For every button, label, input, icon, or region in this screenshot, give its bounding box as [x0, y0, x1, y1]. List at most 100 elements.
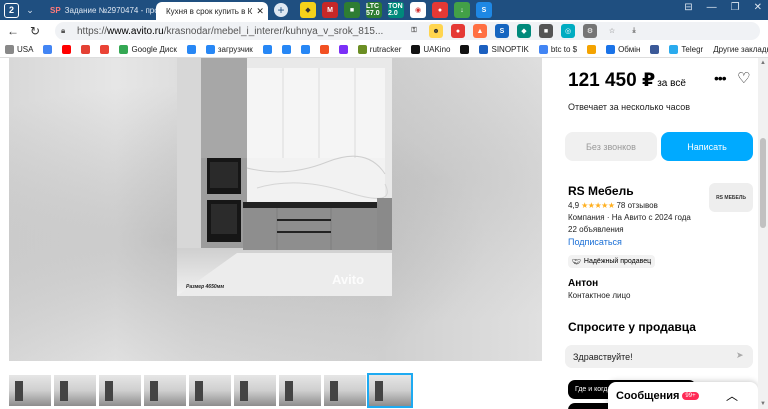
other-bookmarks[interactable]: Другие закладки [708, 45, 768, 54]
lock-icon[interactable]: 🔒︎ [61, 26, 71, 36]
scroll-up-icon[interactable]: ▲ [758, 60, 768, 66]
close-icon[interactable]: ✕ [256, 6, 264, 17]
bookmark-item[interactable]: Google Диск [114, 45, 181, 54]
bookmark-item[interactable]: SINOPTIK [474, 45, 533, 54]
pin-extension-icon[interactable]: ◉ [410, 2, 426, 18]
extension-icon[interactable]: ● [432, 2, 448, 18]
bookmark-item[interactable] [582, 45, 601, 54]
bookmark-item[interactable] [76, 45, 95, 54]
reliable-seller-badge[interactable]: 🤝︎ Надёжный продавец [568, 255, 656, 268]
extensions-icon[interactable]: ⚙ [583, 24, 597, 38]
bookmark-label: UAKino [423, 45, 451, 54]
bookmark-item[interactable] [258, 45, 277, 54]
extension-icon[interactable]: ☻ [429, 24, 443, 38]
bookmark-page-icon[interactable]: ⊟ [684, 2, 692, 13]
bookmark-favicon-icon [81, 45, 91, 54]
bookmark-item[interactable]: Telegr [664, 45, 708, 54]
bookmark-item[interactable] [645, 45, 664, 54]
bookmark-item[interactable]: загрузчик [201, 45, 258, 54]
chevron-up-icon[interactable]: ︿ [726, 387, 738, 404]
url-field[interactable]: 🔒︎ https://www.avito.ru/krasnodar/mebel_… [55, 22, 760, 40]
gmail-extension-icon[interactable]: M [322, 2, 338, 18]
bookmark-item[interactable]: UAKino [406, 45, 455, 54]
close-window-icon[interactable]: ✕ [754, 2, 762, 13]
bookmark-item[interactable] [334, 45, 353, 54]
seller-name[interactable]: RS Мебель [568, 184, 634, 198]
bookmark-item[interactable]: rutracker [353, 45, 407, 54]
tab-count-button[interactable]: 2 [4, 2, 19, 18]
extension-icon[interactable]: ● [451, 24, 465, 38]
seller-rating[interactable]: 4,9 ★★★★★ 78 отзывов [568, 201, 658, 210]
bookmark-label: btc to $ [550, 45, 578, 54]
shield-extension-icon[interactable]: ◆ [300, 2, 316, 18]
thumbnail[interactable] [144, 375, 186, 406]
contact-role: Контактное лицо [568, 291, 631, 300]
reload-icon[interactable]: ↻ [26, 24, 44, 38]
maximize-icon[interactable]: ❐ [731, 2, 740, 13]
ask-seller-title: Спросите у продавца [568, 320, 696, 334]
no-calls-button[interactable]: Без звонков [565, 132, 657, 161]
more-options-icon[interactable]: ••• [714, 70, 727, 86]
bookmark-item[interactable]: USA [0, 45, 38, 54]
extension-icon[interactable]: ▲ [473, 24, 487, 38]
bookmark-label: Telegr [681, 45, 704, 54]
thumbnail[interactable] [99, 375, 141, 406]
chevron-down-icon[interactable]: ⌄ [22, 2, 38, 18]
download-extension-icon[interactable]: ↓ [454, 2, 470, 18]
write-message-button[interactable]: Написать [661, 132, 753, 161]
extension-icon[interactable]: ◎ [561, 24, 575, 38]
messages-widget[interactable]: Сообщения 99+ ︿ [608, 382, 758, 409]
favorite-heart-icon[interactable]: ♡ [737, 69, 750, 87]
extension-icon[interactable]: ■ [539, 24, 553, 38]
bookmark-item[interactable] [277, 45, 296, 54]
messages-badge: 99+ [682, 391, 699, 400]
tab-avito-active[interactable]: Кухня в срок купить в К ✕ [156, 2, 268, 20]
new-tab-button[interactable]: + [274, 3, 288, 17]
bookmark-favicon-icon [5, 45, 14, 54]
send-arrow-icon[interactable]: ➤ [736, 350, 744, 361]
bookmark-item[interactable] [38, 45, 57, 54]
bookmark-item[interactable]: btc to $ [534, 45, 582, 54]
thumbnail[interactable] [54, 375, 96, 406]
seller-logo[interactable]: RS МЕБЕЛЬ [709, 183, 753, 212]
bookmark-item[interactable] [296, 45, 315, 54]
bookmark-favicon-icon [119, 45, 129, 54]
thumbnail[interactable] [234, 375, 276, 406]
messages-label: Сообщения [616, 389, 680, 402]
page-scrollbar[interactable]: ▲ ▼ [758, 58, 768, 409]
thumbnail[interactable] [279, 375, 321, 406]
download-icon[interactable]: ⤓ [627, 24, 641, 38]
thumbnail[interactable] [189, 375, 231, 406]
bookmark-item[interactable] [455, 45, 474, 54]
subscribe-link[interactable]: Подписаться [568, 237, 622, 247]
avito-watermark: Avito [332, 272, 365, 287]
photo-gallery[interactable]: Размер 4650мм Avito [9, 58, 542, 361]
extension-icon[interactable]: ◆ [517, 24, 531, 38]
thumbnail[interactable] [367, 373, 413, 408]
minimize-icon[interactable]: — [707, 2, 717, 13]
star-icon[interactable]: ☆ [605, 24, 619, 38]
bookmark-favicon-icon [205, 45, 215, 54]
scroll-down-icon[interactable]: ▼ [758, 401, 768, 407]
ltc-price-icon[interactable]: LTC 57.0 [366, 2, 382, 18]
extension-icon[interactable]: S [476, 2, 492, 18]
extension-icon[interactable]: ■ [344, 2, 360, 18]
seller-ads-count[interactable]: 22 объявления [568, 225, 624, 234]
back-arrow-icon[interactable]: ← [4, 24, 22, 38]
tab-zadanie[interactable]: SP Задание №2970474 - про [44, 0, 156, 20]
extension-icon[interactable]: S [495, 24, 509, 38]
price: 121 450 ₽ за всё [568, 70, 686, 91]
bookmark-item[interactable] [182, 45, 201, 54]
ask-seller-input[interactable] [565, 345, 753, 368]
bookmark-item[interactable] [95, 45, 114, 54]
bookmark-item[interactable] [315, 45, 334, 54]
scroll-thumb[interactable] [760, 138, 766, 228]
bookmark-favicon-icon [669, 45, 679, 54]
thumbnail[interactable] [9, 375, 51, 406]
thumbnail[interactable] [324, 375, 366, 406]
key-icon[interactable]: ⚿ [407, 24, 421, 38]
ton-price-icon[interactable]: TON 2.0 [388, 2, 404, 18]
bookmark-item[interactable]: Обмін [601, 45, 645, 54]
bookmark-item[interactable] [57, 45, 76, 54]
main-photo[interactable]: Размер 4650мм Avito [177, 58, 392, 296]
